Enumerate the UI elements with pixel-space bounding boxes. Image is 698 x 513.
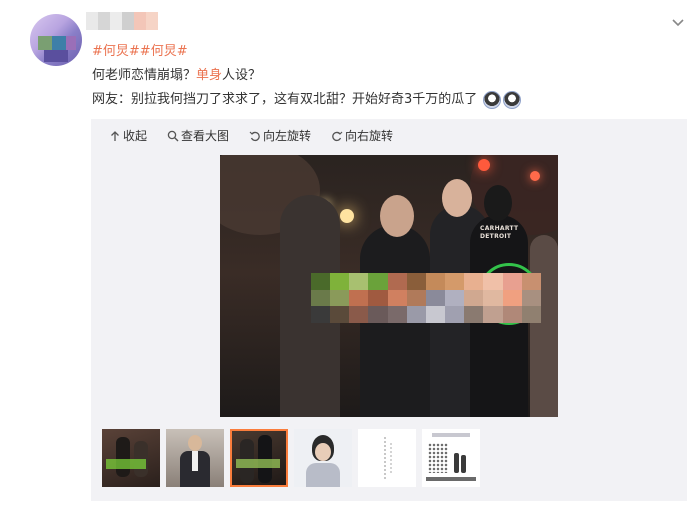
media-viewer: 收起 查看大图 向左旋转 向右旋转 CARHARTT DETROIT <box>91 119 687 501</box>
chevron-down-icon[interactable] <box>670 14 686 30</box>
hashtag-link[interactable]: #何炅# <box>92 44 140 59</box>
thumbnail[interactable] <box>294 429 352 487</box>
doge-emoji-icon <box>503 90 522 109</box>
rotate-left-button[interactable]: 向左旋转 <box>249 127 311 145</box>
thumbnail-strip <box>102 429 480 487</box>
search-icon <box>167 130 179 142</box>
thumbnail[interactable] <box>102 429 160 487</box>
view-large-label: 查看大图 <box>181 129 230 143</box>
rotate-left-label: 向左旋转 <box>263 129 312 143</box>
thumbnail[interactable] <box>422 429 480 487</box>
hashtag-line: #何炅##何炅# <box>92 40 682 64</box>
jacket-text: CARHARTT DETROIT <box>480 225 519 240</box>
thumbnail[interactable] <box>358 429 416 487</box>
post-text: 何老师恋情崩塌？ <box>92 68 197 83</box>
rotate-right-label: 向右旋转 <box>345 129 394 143</box>
mosaic-blur <box>311 273 541 323</box>
rotate-right-icon <box>332 131 343 142</box>
view-large-button[interactable]: 查看大图 <box>167 127 229 145</box>
highlight-link[interactable]: 单身 <box>196 68 222 83</box>
avatar[interactable] <box>30 14 82 66</box>
collapse-label: 收起 <box>123 129 148 143</box>
rotate-left-icon <box>249 131 260 142</box>
media-toolbar: 收起 查看大图 向左旋转 向右旋转 <box>109 127 393 145</box>
main-photo[interactable]: CARHARTT DETROIT <box>220 155 558 417</box>
collapse-button[interactable]: 收起 <box>109 127 147 145</box>
arrow-up-icon <box>111 131 119 141</box>
thumbnail-active[interactable] <box>230 429 288 487</box>
post-line-1: 何老师恋情崩塌？单身人设？ <box>92 64 682 88</box>
doge-emoji-icon <box>483 90 502 109</box>
username-blurred[interactable] <box>86 12 158 30</box>
post-content: #何炅##何炅# 何老师恋情崩塌？单身人设？ 网友：别拉我何挡刀了求求了，这有双… <box>92 40 682 112</box>
hashtag-link[interactable]: #何炅# <box>140 44 188 59</box>
rotate-right-button[interactable]: 向右旋转 <box>331 127 393 145</box>
post-text: 人设？ <box>222 68 262 83</box>
post-text: 网友：别拉我何挡刀了求求了，这有双北甜？开始好奇3千万的瓜了 <box>92 92 478 107</box>
post-line-2: 网友：别拉我何挡刀了求求了，这有双北甜？开始好奇3千万的瓜了 <box>92 88 682 112</box>
thumbnail[interactable] <box>166 429 224 487</box>
